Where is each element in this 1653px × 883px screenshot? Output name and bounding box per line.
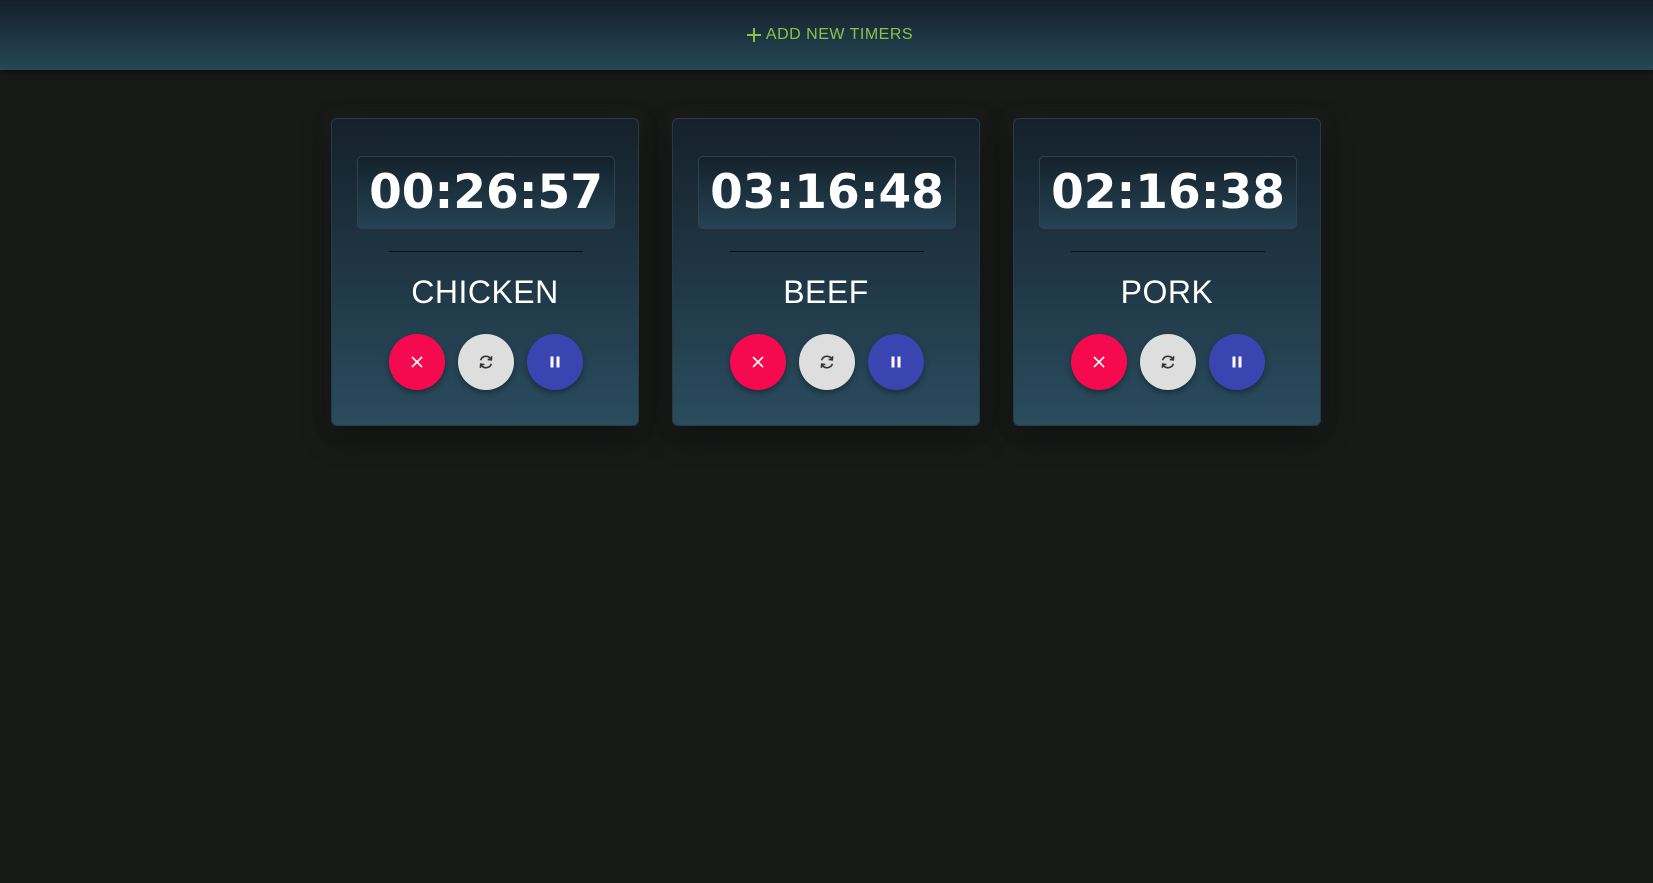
reset-timer-button[interactable] (458, 334, 514, 390)
pause-timer-button[interactable] (1209, 334, 1265, 390)
close-icon (751, 355, 765, 369)
timer-list: 00:26:57 CHICKEN 03:16:48 BEEF 02:16:38 … (331, 118, 1321, 426)
pause-icon (890, 356, 902, 368)
close-icon (410, 355, 424, 369)
pause-icon (549, 356, 561, 368)
delete-timer-button[interactable] (1071, 334, 1127, 390)
timer-card-chicken: 00:26:57 CHICKEN (331, 118, 639, 426)
timer-card-pork: 02:16:38 PORK (1013, 118, 1321, 426)
delete-timer-button[interactable] (730, 334, 786, 390)
timer-name: BEEF (783, 274, 869, 310)
refresh-icon (477, 353, 495, 371)
pause-icon (1231, 356, 1243, 368)
plus-icon (746, 27, 762, 43)
add-new-timers-button[interactable]: ADD NEW TIMERS (736, 20, 923, 50)
delete-timer-button[interactable] (389, 334, 445, 390)
timer-name: CHICKEN (411, 274, 559, 310)
timer-time: 02:16:38 (1051, 165, 1285, 220)
timer-controls (730, 334, 924, 390)
top-bar: ADD NEW TIMERS (0, 0, 1653, 70)
refresh-icon (1159, 353, 1177, 371)
divider (1071, 251, 1265, 252)
close-icon (1092, 355, 1106, 369)
reset-timer-button[interactable] (1140, 334, 1196, 390)
timer-display: 00:26:57 (357, 156, 615, 229)
timer-time: 00:26:57 (369, 165, 603, 220)
timer-time: 03:16:48 (710, 165, 944, 220)
reset-timer-button[interactable] (799, 334, 855, 390)
pause-timer-button[interactable] (868, 334, 924, 390)
timer-display: 03:16:48 (698, 156, 956, 229)
divider (389, 251, 583, 252)
timer-controls (389, 334, 583, 390)
timer-controls (1071, 334, 1265, 390)
timer-card-beef: 03:16:48 BEEF (672, 118, 980, 426)
timer-display: 02:16:38 (1039, 156, 1297, 229)
add-new-timers-label: ADD NEW TIMERS (765, 26, 914, 43)
timer-name: PORK (1120, 274, 1214, 310)
pause-timer-button[interactable] (527, 334, 583, 390)
divider (730, 251, 924, 252)
refresh-icon (818, 353, 836, 371)
